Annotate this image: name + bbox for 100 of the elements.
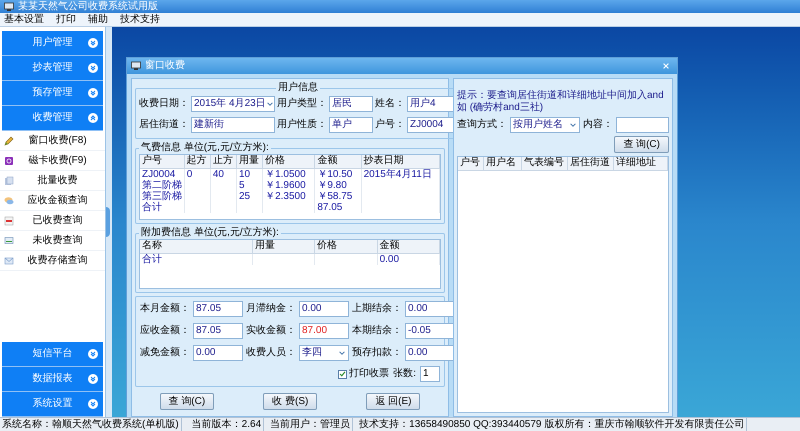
close-icon <box>662 62 670 70</box>
column-header[interactable]: 详细地址 <box>614 157 668 170</box>
sidebar-item[interactable]: 已收费查询 <box>0 211 105 231</box>
menu-item[interactable]: 辅助 <box>88 14 108 26</box>
field-label: 收费日期： <box>139 98 189 110</box>
action-button[interactable]: 返 回(E) <box>366 393 420 410</box>
window-title: 某某天然气公司收费系统试用版 <box>18 0 158 12</box>
column-header[interactable]: 金额 <box>314 155 362 168</box>
sidebar-item[interactable]: 应收金额查询 <box>0 191 105 211</box>
column-header[interactable]: 用量 <box>236 155 263 168</box>
table-cell: 第三阶梯 <box>140 190 184 202</box>
column-header[interactable]: 用量 <box>252 240 315 253</box>
column-header[interactable]: 价格 <box>314 240 378 253</box>
table-cell: 合计 <box>140 253 252 264</box>
input-field[interactable]: -0.05 <box>405 323 455 339</box>
splitter-handle[interactable] <box>106 207 110 237</box>
sidebar-group-header[interactable]: 数据报表 <box>2 367 103 392</box>
input-field[interactable]: 单户 <box>329 117 373 133</box>
table-cell: ￥1.9600 <box>262 180 315 190</box>
sidebar-item[interactable]: 窗口收费(F8) <box>0 131 105 151</box>
hint-text: 提示：要查询居住街道和详细地址中间加入and 如 (确劳村and三社) <box>457 88 665 114</box>
field-label: 户号： <box>375 119 405 131</box>
field-label: 实收金额： <box>246 325 296 337</box>
input-field[interactable]: 居民 <box>329 96 373 112</box>
table-cell: 第二阶梯 <box>140 180 184 190</box>
field-label: 本期结余： <box>352 325 402 337</box>
section-title: 附加费信息 单位(元,元/立方米): <box>140 227 280 239</box>
column-header[interactable]: 名称 <box>140 240 252 253</box>
pencil-icon <box>4 136 14 146</box>
column-header[interactable]: 止方 <box>210 155 236 168</box>
column-header[interactable]: 户号 <box>140 155 184 168</box>
column-header[interactable]: 用户名 <box>484 157 522 170</box>
input-field[interactable]: 建新街 <box>191 117 275 133</box>
input-field[interactable]: 0.00 <box>405 301 455 317</box>
table-cell: 40 <box>210 168 236 180</box>
dropdown-field[interactable]: 按用户姓名 <box>510 117 580 133</box>
table-cell: 0 <box>184 168 210 180</box>
input-field[interactable]: 87.05 <box>193 323 243 339</box>
input-field[interactable]: 87.05 <box>193 301 243 317</box>
field-label: 查询方式： <box>457 119 507 131</box>
checkbox[interactable] <box>338 370 348 378</box>
sidebar-group-header[interactable]: 系统设置 <box>2 392 103 417</box>
sidebar-item[interactable]: 收费存储查询 <box>0 251 105 271</box>
menu-item[interactable]: 打印 <box>56 14 76 26</box>
field-label: 月滞纳金： <box>246 303 296 315</box>
status-text: 当前版本：2.64 <box>192 418 262 430</box>
table-cell: ZJ0004 <box>140 168 184 180</box>
sidebar-group-header[interactable]: 用户管理 <box>2 31 103 56</box>
print-checkbox[interactable]: 打印收票 <box>338 368 390 380</box>
sidebar-group-header[interactable]: 预存管理 <box>2 81 103 106</box>
search-button[interactable]: 查 询(C) <box>614 136 669 153</box>
column-header[interactable]: 抄表日期 <box>361 155 440 168</box>
table-cell: 合计 <box>140 202 184 212</box>
envelope-icon <box>4 256 14 266</box>
receipt-icon <box>4 216 14 226</box>
input-field[interactable]: 0.00 <box>405 345 455 361</box>
sidebar-group-header[interactable]: 抄表管理 <box>2 56 103 81</box>
sidebar-group-header[interactable]: 收费管理 <box>2 106 103 131</box>
column-header[interactable]: 起方 <box>184 155 210 168</box>
menu-item[interactable]: 技术支持 <box>120 14 160 26</box>
field-label: 用户性质： <box>277 119 327 131</box>
sidebar-item[interactable]: 未收费查询 <box>0 231 105 251</box>
column-header[interactable]: 气表编号 <box>522 157 568 170</box>
action-button[interactable]: 查 询(C) <box>160 393 214 410</box>
table-cell: ￥58.75 <box>314 190 362 202</box>
checkmark-icon <box>339 370 346 378</box>
column-header[interactable]: 居住街道 <box>568 157 614 170</box>
table-cell: ￥10.50 <box>314 168 362 180</box>
field-label: 本月金额： <box>140 303 190 315</box>
field-label: 应收金额： <box>140 325 190 337</box>
dropdown-field[interactable]: 李四 <box>299 345 349 361</box>
input-field[interactable]: 1 <box>420 366 440 382</box>
table-cell: 5 <box>236 180 263 190</box>
input-field[interactable]: 0.00 <box>299 301 349 317</box>
card-icon <box>4 156 14 166</box>
table-cell: ￥9.80 <box>314 180 362 190</box>
table-cell: 25 <box>236 190 263 202</box>
section-title: 气费信息 单位(元,元/立方米): <box>140 142 270 154</box>
table-cell: 10 <box>236 168 263 180</box>
column-header[interactable]: 金额 <box>377 240 440 253</box>
table-cell: ￥2.3500 <box>262 190 315 202</box>
input-field[interactable]: 87.00 <box>299 323 349 339</box>
action-button[interactable]: 收 费(S) <box>263 393 318 410</box>
menu-item[interactable]: 基本设置 <box>4 14 44 26</box>
sidebar-group-header[interactable]: 短信平台 <box>2 342 103 367</box>
column-header[interactable]: 户号 <box>458 157 484 170</box>
table-cell: 0.00 <box>377 253 440 264</box>
input-field[interactable] <box>616 117 669 133</box>
field-label: 上期结余： <box>352 303 402 315</box>
table-cell: 2015年4月11日 <box>361 168 440 180</box>
sidebar-item[interactable]: 批量收费 <box>0 171 105 191</box>
input-field[interactable]: 0.00 <box>193 345 243 361</box>
sidebar-item[interactable]: 磁卡收费(F9) <box>0 151 105 171</box>
dropdown-field[interactable]: 2015年 4月23日 <box>191 96 275 112</box>
table-cell: ￥1.0500 <box>262 168 315 180</box>
monitor-icon <box>4 236 14 246</box>
status-text: 当前用户：管理员 <box>270 418 350 430</box>
status-text: 技术支持：13658490850 QQ:393440579 版权所有：重庆市翰顺软件开发有限责任公司 <box>359 418 744 430</box>
monitor-icon <box>131 61 141 71</box>
column-header[interactable]: 价格 <box>262 155 315 168</box>
